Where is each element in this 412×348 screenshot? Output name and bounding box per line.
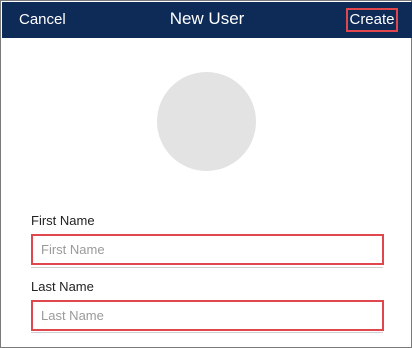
last-name-divider <box>31 332 383 333</box>
first-name-label: First Name <box>31 213 95 228</box>
screen-frame: Cancel New User Create First Name Last N… <box>0 0 412 348</box>
avatar-placeholder[interactable] <box>157 72 256 171</box>
last-name-field-box <box>31 300 384 331</box>
navigation-bar: Cancel New User Create <box>2 2 412 38</box>
first-name-divider <box>31 267 383 268</box>
create-button[interactable]: Create <box>346 8 398 32</box>
last-name-label: Last Name <box>31 279 94 294</box>
first-name-input[interactable] <box>33 236 382 263</box>
last-name-input[interactable] <box>33 302 382 329</box>
first-name-field-box <box>31 234 384 265</box>
